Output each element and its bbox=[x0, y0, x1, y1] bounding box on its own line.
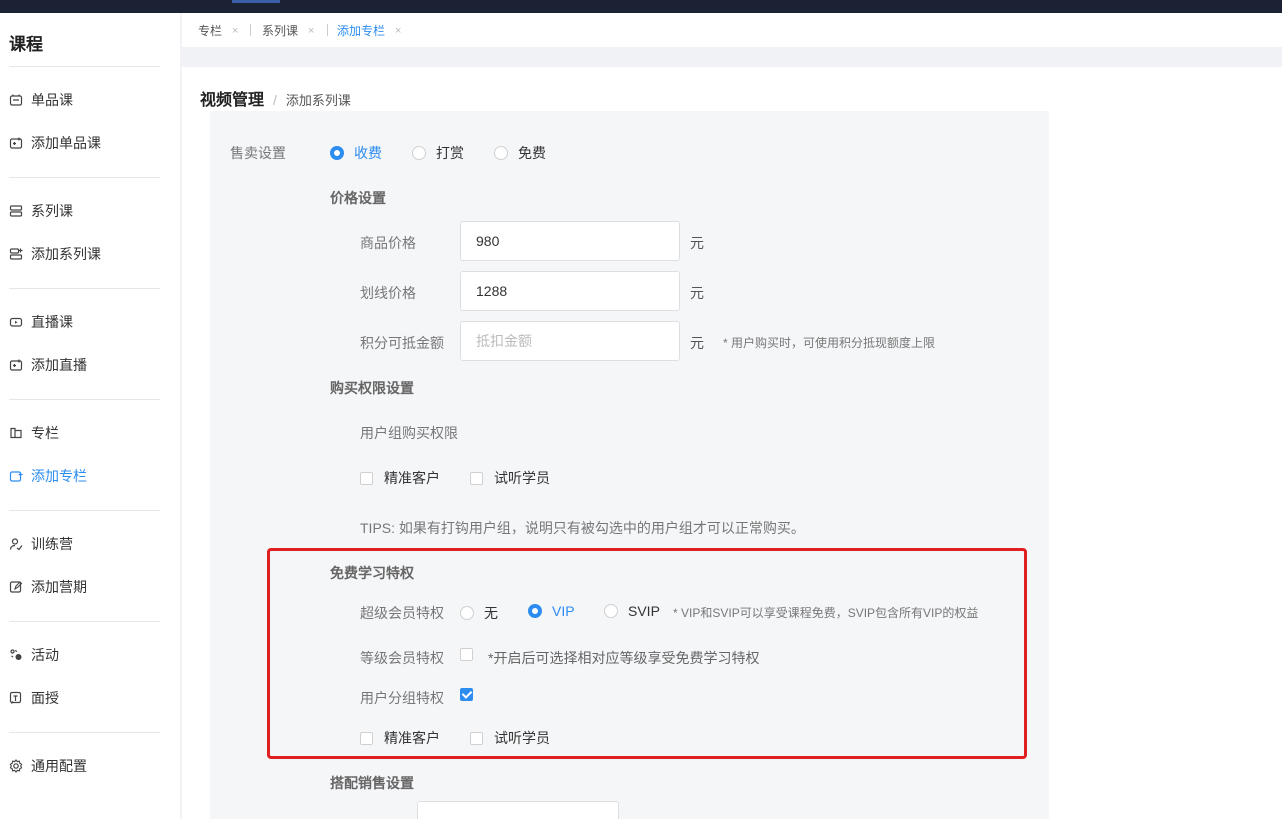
bundle-select[interactable] bbox=[417, 801, 619, 819]
add-live-icon bbox=[9, 359, 23, 371]
radio-dot bbox=[330, 146, 344, 160]
sidebar-item-label: 通用配置 bbox=[31, 758, 87, 774]
sidebar-divider bbox=[9, 510, 160, 511]
breadcrumb: 视频管理 / 添加系列课 bbox=[200, 86, 351, 110]
breadcrumb-current: 添加系列课 bbox=[285, 93, 351, 108]
sidebar-item-offline[interactable]: 面授 bbox=[9, 687, 59, 709]
radio-label: 打赏 bbox=[436, 145, 464, 161]
sidebar-item-label: 面授 bbox=[31, 690, 59, 706]
offline-icon bbox=[9, 691, 22, 704]
sale-option-free[interactable]: 免费 bbox=[494, 143, 546, 163]
radio-dot bbox=[494, 146, 508, 160]
points-hint: * 用户购买时，可使用积分抵现额度上限 bbox=[723, 336, 936, 350]
add-camp-icon bbox=[9, 581, 23, 593]
column-icon bbox=[10, 427, 22, 439]
sidebar: 课程 单品课 添加单品课 系列课 添加系列课 直播课 添加直播 专栏 添加专栏 … bbox=[0, 13, 180, 819]
tab-series-course[interactable]: 系列课 × bbox=[262, 22, 314, 39]
radio-dot bbox=[412, 146, 426, 160]
sidebar-item-activity[interactable]: 活动 bbox=[9, 644, 59, 666]
price-section-title: 价格设置 bbox=[330, 190, 386, 206]
close-icon[interactable]: × bbox=[308, 25, 314, 37]
sidebar-item-series-course[interactable]: 系列课 bbox=[9, 200, 73, 222]
tab-column[interactable]: 专栏 × bbox=[198, 22, 238, 39]
sidebar-item-add-camp[interactable]: 添加营期 bbox=[9, 576, 87, 598]
sidebar-item-add-column[interactable]: 添加专栏 bbox=[9, 465, 87, 487]
sidebar-item-add-single-course[interactable]: 添加单品课 bbox=[9, 132, 101, 154]
sidebar-item-label: 单品课 bbox=[31, 92, 73, 108]
sidebar-item-camp[interactable]: 训练营 bbox=[9, 533, 73, 555]
checkbox-box bbox=[470, 471, 483, 485]
goods-price-unit: 元 bbox=[690, 235, 704, 251]
sidebar-item-label: 专栏 bbox=[31, 425, 59, 441]
camp-icon bbox=[9, 538, 23, 551]
tab-label: 系列课 bbox=[262, 24, 299, 38]
sidebar-item-label: 添加专栏 bbox=[31, 468, 87, 484]
sidebar-divider bbox=[9, 621, 160, 622]
purchase-group-label: 用户组购买权限 bbox=[360, 425, 458, 441]
sale-setting-label: 售卖设置 bbox=[230, 145, 286, 161]
points-unit: 元 bbox=[690, 335, 704, 351]
points-label: 积分可抵金额 bbox=[360, 335, 444, 351]
top-bar bbox=[0, 0, 1282, 13]
sidebar-item-label: 添加系列课 bbox=[31, 246, 101, 262]
sidebar-item-single-course[interactable]: 单品课 bbox=[9, 89, 73, 111]
sidebar-item-general-config[interactable]: 通用配置 bbox=[9, 755, 87, 777]
add-column-icon bbox=[9, 471, 23, 482]
sidebar-item-live-course[interactable]: 直播课 bbox=[9, 311, 73, 333]
sale-option-paid[interactable]: 收费 bbox=[330, 143, 382, 163]
sidebar-divider bbox=[9, 177, 160, 178]
goods-price-label: 商品价格 bbox=[360, 235, 416, 251]
add-series-icon bbox=[9, 248, 23, 260]
sidebar-title: 课程 bbox=[9, 35, 43, 54]
sidebar-divider bbox=[9, 732, 160, 733]
sidebar-divider bbox=[9, 288, 160, 289]
breadcrumb-separator: / bbox=[273, 92, 277, 108]
strike-price-input[interactable] bbox=[460, 271, 680, 311]
bundle-section-title: 搭配销售设置 bbox=[330, 775, 414, 791]
sidebar-item-label: 训练营 bbox=[31, 536, 73, 552]
sidebar-item-label: 添加营期 bbox=[31, 579, 87, 595]
sidebar-item-label: 添加单品课 bbox=[31, 135, 101, 151]
strike-price-label: 划线价格 bbox=[360, 285, 416, 301]
tab-label: 添加专栏 bbox=[337, 24, 386, 38]
radio-label: 收费 bbox=[354, 145, 382, 161]
sidebar-item-label: 直播课 bbox=[31, 314, 73, 330]
sidebar-divider bbox=[9, 399, 160, 400]
purchase-tips: TIPS: 如果有打钩用户组，说明只有被勾选中的用户组才可以正常购买。 bbox=[360, 520, 805, 536]
tab-separator bbox=[327, 24, 328, 36]
sidebar-item-add-live[interactable]: 添加直播 bbox=[9, 354, 87, 376]
series-icon bbox=[9, 205, 23, 217]
sidebar-item-label: 系列课 bbox=[31, 203, 73, 219]
sale-option-reward[interactable]: 打赏 bbox=[412, 143, 464, 163]
tabs-bar: 专栏 × 系列课 × 添加专栏 × bbox=[182, 13, 1282, 47]
purchase-section-title: 购买权限设置 bbox=[330, 380, 414, 396]
sidebar-item-column[interactable]: 专栏 bbox=[9, 422, 59, 444]
highlight-box bbox=[267, 548, 1027, 759]
tab-separator bbox=[250, 24, 251, 36]
tab-label: 专栏 bbox=[198, 24, 223, 38]
sidebar-item-label: 活动 bbox=[31, 647, 59, 663]
sidebar-item-add-series-course[interactable]: 添加系列课 bbox=[9, 243, 101, 265]
checkbox-box bbox=[360, 471, 373, 485]
goods-price-input[interactable] bbox=[460, 221, 680, 261]
close-icon[interactable]: × bbox=[395, 25, 401, 37]
tab-add-column[interactable]: 添加专栏 × bbox=[337, 22, 401, 39]
sidebar-item-label: 添加直播 bbox=[31, 357, 87, 373]
gear-icon bbox=[9, 759, 23, 773]
purchase-group-precise-checkbox[interactable]: 精准客户 bbox=[360, 468, 440, 488]
radio-label: 免费 bbox=[518, 145, 546, 161]
checkbox-label: 试听学员 bbox=[494, 470, 550, 486]
purchase-group-trial-checkbox[interactable]: 试听学员 bbox=[470, 468, 550, 488]
strike-price-unit: 元 bbox=[690, 285, 704, 301]
top-bar-accent bbox=[232, 0, 280, 3]
sidebar-divider bbox=[9, 66, 160, 67]
close-icon[interactable]: × bbox=[232, 25, 238, 37]
breadcrumb-main[interactable]: 视频管理 bbox=[200, 86, 264, 110]
course-icon bbox=[9, 94, 23, 106]
checkbox-label: 精准客户 bbox=[384, 470, 440, 486]
live-icon bbox=[9, 317, 23, 327]
points-amount-input[interactable] bbox=[460, 321, 680, 361]
activity-icon bbox=[10, 649, 22, 660]
add-course-icon bbox=[9, 137, 23, 149]
